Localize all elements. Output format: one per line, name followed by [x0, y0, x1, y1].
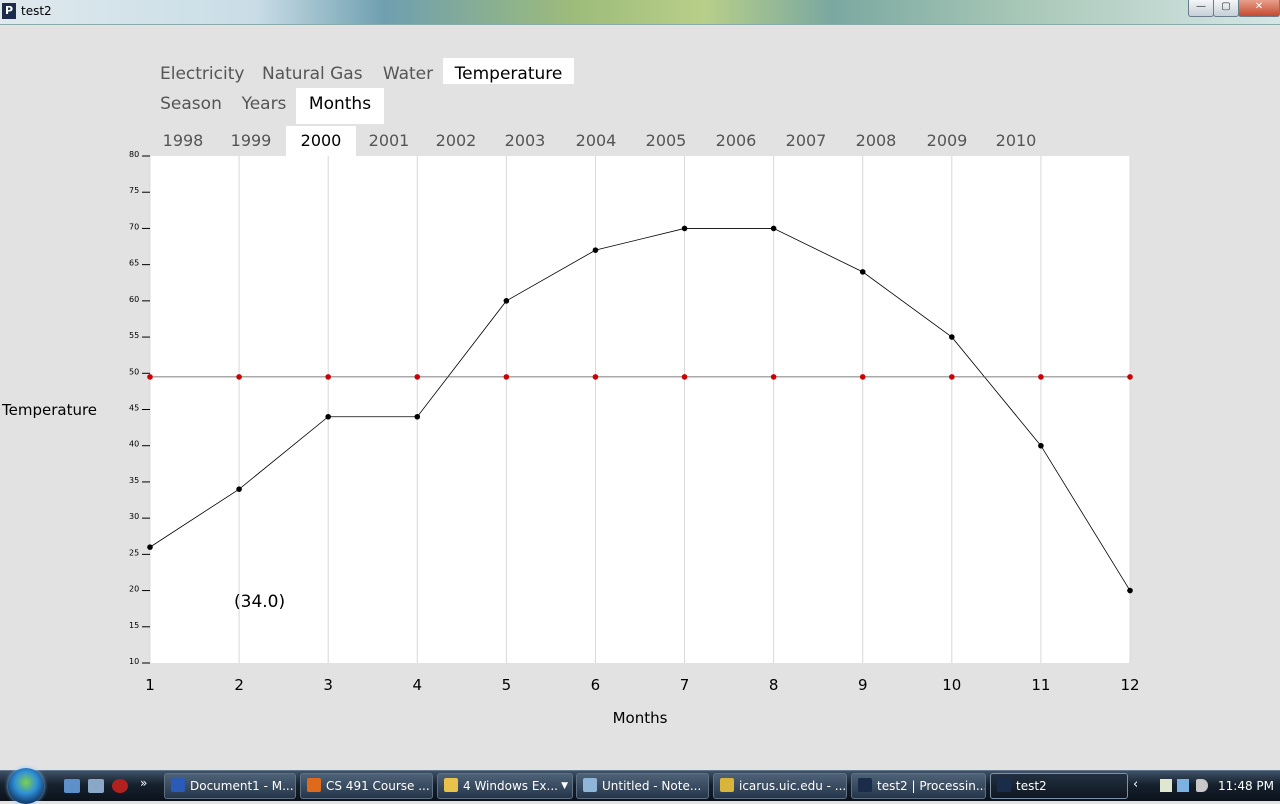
- x-tick-label: 11: [1031, 676, 1050, 694]
- taskbar-clock[interactable]: 11:48 PM: [1218, 779, 1274, 793]
- data-point[interactable]: [236, 374, 242, 380]
- windows-taskbar: » Document1 - M... CS 491 Course ... 4 Win…: [0, 768, 1280, 804]
- network-icon[interactable]: [1177, 779, 1189, 792]
- x-tick-label: 10: [942, 676, 961, 694]
- y-tick-label: 30: [129, 512, 139, 521]
- data-point[interactable]: [147, 544, 153, 550]
- volume-icon[interactable]: [1196, 779, 1208, 792]
- data-point[interactable]: [1038, 442, 1044, 449]
- x-tick-label: 5: [502, 676, 512, 694]
- chevron-down-icon[interactable]: ▼: [561, 774, 568, 798]
- taskbar-button-label: CS 491 Course ...: [326, 779, 430, 793]
- taskbar-button[interactable]: test2: [990, 773, 1128, 799]
- taskbar-button-label: test2: [1016, 779, 1047, 793]
- taskbar-button-label: icarus.uic.edu - ...: [739, 779, 847, 793]
- show-desktop-icon[interactable]: [64, 779, 80, 793]
- y-tick-label: 35: [129, 476, 139, 485]
- data-point[interactable]: [1127, 587, 1133, 594]
- data-point[interactable]: [770, 225, 777, 232]
- data-point[interactable]: [236, 486, 242, 492]
- data-point[interactable]: [414, 413, 421, 420]
- data-point[interactable]: [325, 413, 331, 420]
- y-tick-label: 50: [129, 367, 139, 376]
- taskbar-button[interactable]: Document1 - M...: [164, 773, 296, 799]
- data-point[interactable]: [949, 334, 955, 340]
- notepad-icon: [583, 778, 597, 792]
- start-button[interactable]: [8, 768, 44, 804]
- ftp-icon: [720, 778, 734, 792]
- y-tick-label: 60: [129, 295, 139, 304]
- data-point[interactable]: [859, 374, 866, 380]
- x-tick-label: 4: [412, 676, 422, 694]
- tray-expand-icon[interactable]: ‹: [1133, 777, 1138, 792]
- y-axis-label: Temperature: [1, 401, 97, 419]
- y-tick-label: 40: [129, 440, 139, 449]
- tray-app-icon[interactable]: [1160, 779, 1172, 792]
- data-point[interactable]: [859, 269, 866, 275]
- acrobat-icon[interactable]: [112, 779, 128, 793]
- x-axis-label: Months: [613, 709, 668, 727]
- data-point[interactable]: [592, 374, 599, 380]
- taskbar-button-label: Document1 - M...: [190, 779, 294, 793]
- word-icon: [171, 778, 185, 792]
- switch-windows-icon[interactable]: [88, 779, 104, 793]
- x-tick-label: 2: [234, 676, 244, 694]
- firefox-icon: [307, 778, 321, 792]
- y-tick-label: 10: [129, 657, 139, 666]
- x-tick-label: 7: [680, 676, 690, 694]
- data-point[interactable]: [949, 374, 955, 380]
- y-tick-label: 75: [129, 186, 139, 195]
- y-tick-label: 65: [129, 259, 139, 268]
- quicklaunch-more-icon[interactable]: »: [140, 776, 156, 790]
- value-readout: (34.0): [234, 592, 285, 612]
- data-point[interactable]: [147, 374, 153, 380]
- y-tick-label: 25: [129, 548, 139, 557]
- data-point[interactable]: [681, 225, 688, 232]
- taskbar-button[interactable]: 4 Windows Ex... ▼: [437, 773, 573, 799]
- x-tick-label: 8: [769, 676, 779, 694]
- x-tick-label: 1: [145, 676, 155, 694]
- taskbar-button-label: 4 Windows Ex...: [463, 779, 558, 793]
- data-point[interactable]: [681, 374, 688, 380]
- taskbar-button-label: test2 | Processin...: [877, 779, 986, 793]
- data-point[interactable]: [1127, 374, 1133, 380]
- taskbar-button[interactable]: icarus.uic.edu - ...: [713, 773, 847, 799]
- plot-area: [150, 156, 1130, 663]
- taskbar-button-label: Untitled - Note...: [602, 779, 702, 793]
- x-axis-ticks: 1 2 3 4 5 6 7 8 9 10 11 12: [145, 676, 1139, 694]
- processing-icon: [858, 778, 872, 792]
- y-tick-label: 80: [129, 150, 139, 159]
- taskbar-button[interactable]: test2 | Processin...: [851, 773, 986, 799]
- y-tick-label: 45: [129, 404, 139, 413]
- x-tick-label: 6: [591, 676, 601, 694]
- data-point[interactable]: [414, 374, 421, 380]
- y-tick-label: 15: [129, 621, 139, 630]
- data-point[interactable]: [503, 298, 510, 304]
- data-point[interactable]: [592, 247, 599, 253]
- y-tick-label: 55: [129, 331, 139, 340]
- x-tick-label: 12: [1120, 676, 1139, 694]
- processing-icon: [997, 778, 1011, 792]
- taskbar-button[interactable]: Untitled - Note...: [576, 773, 709, 799]
- y-tick-label: 20: [129, 585, 139, 594]
- temperature-line-chart[interactable]: 101520253035404550556065707580 123456789…: [0, 0, 1280, 770]
- y-axis-ticks: 10 15 20 25 30 35 40 45 50 55 60 65 70 75 80: [129, 150, 150, 666]
- taskbar-button[interactable]: CS 491 Course ...: [300, 773, 433, 799]
- x-tick-label: 3: [323, 676, 333, 694]
- data-point[interactable]: [325, 374, 331, 380]
- y-tick-label: 70: [129, 222, 139, 231]
- data-point[interactable]: [770, 374, 777, 380]
- data-point[interactable]: [1038, 374, 1044, 380]
- x-tick-label: 9: [858, 676, 868, 694]
- folder-icon: [444, 778, 458, 792]
- data-point[interactable]: [503, 374, 510, 380]
